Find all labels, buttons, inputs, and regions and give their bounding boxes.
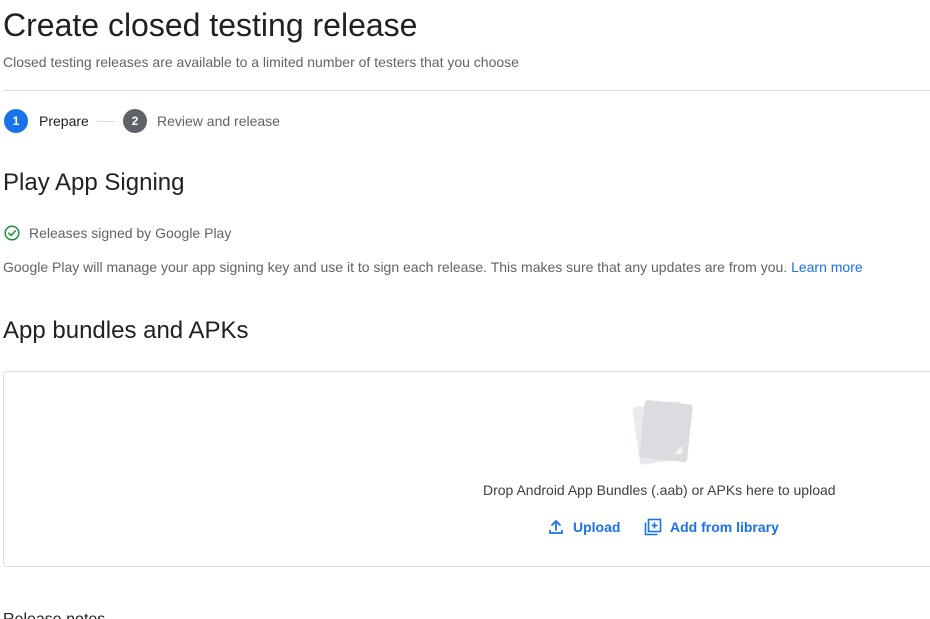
page-subtitle: Closed testing releases are available to… <box>3 54 519 70</box>
signing-description: Google Play will manage your app signing… <box>3 258 863 276</box>
upload-label: Upload <box>573 519 621 535</box>
upload-icon <box>549 520 563 534</box>
signing-status-label: Releases signed by Google Play <box>29 225 232 241</box>
add-from-library-label: Add from library <box>670 519 779 535</box>
step-1-number: 1 <box>4 109 28 133</box>
signing-description-text: Google Play will manage your app signing… <box>3 259 788 275</box>
step-1-label[interactable]: Prepare <box>39 113 89 129</box>
add-from-library-button[interactable]: Add from library <box>644 516 779 538</box>
check-circle-icon <box>4 225 20 241</box>
release-notes-heading: Release notes <box>3 610 105 619</box>
upload-button[interactable]: Upload <box>547 516 620 538</box>
app-bundles-heading: App bundles and APKs <box>3 317 249 344</box>
upload-dropzone[interactable] <box>3 371 930 567</box>
signing-status: Releases signed by Google Play <box>4 224 404 242</box>
library-add-icon <box>644 518 662 536</box>
page: Create closed testing release Closed tes… <box>0 0 930 619</box>
dropzone-instructions: Drop Android App Bundles (.aab) or APKs … <box>483 482 836 498</box>
play-app-signing-heading: Play App Signing <box>3 169 185 196</box>
step-connector <box>97 121 115 122</box>
header-divider <box>3 90 930 91</box>
learn-more-link[interactable]: Learn more <box>791 259 863 275</box>
page-title: Create closed testing release <box>3 7 418 43</box>
step-2-label[interactable]: Review and release <box>157 113 280 129</box>
step-2-number: 2 <box>123 109 147 133</box>
stepper: 1 Prepare 2 Review and release <box>4 109 324 133</box>
file-illustration-icon <box>632 399 693 465</box>
